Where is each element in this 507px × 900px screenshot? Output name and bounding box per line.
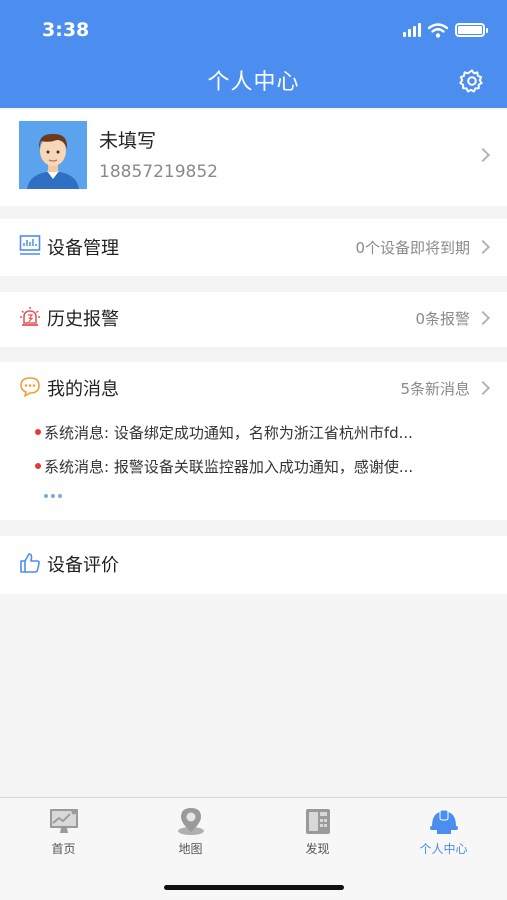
tab-home-label: 首页	[51, 842, 76, 856]
tab-profile-label: 个人中心	[419, 842, 468, 856]
messages-count: 5条新消息	[400, 380, 470, 398]
map-pin-icon	[177, 808, 204, 835]
tab-discover[interactable]: 发现	[254, 806, 381, 866]
fax-icon	[305, 809, 330, 834]
alarms-label: 历史报警	[47, 309, 119, 330]
app-header: 3:38 个人中心	[0, 0, 507, 108]
wifi-icon	[428, 22, 448, 38]
tab-home[interactable]: 首页	[0, 806, 127, 866]
monitor-chart-icon	[19, 235, 41, 255]
helmet-icon	[429, 809, 458, 834]
user-avatar-icon	[19, 121, 87, 189]
gear-icon[interactable]	[459, 68, 485, 94]
more-messages-icon[interactable]	[44, 494, 62, 498]
chevron-right-icon	[475, 147, 491, 163]
devices-label: 设备管理	[47, 238, 119, 259]
battery-icon	[455, 23, 488, 37]
message-text: 系统消息: 设备绑定成功通知，名称为浙江省杭州市fd...	[44, 424, 413, 442]
message-item[interactable]: 系统消息: 报警设备关联监控器加入成功通知，感谢使...	[35, 456, 414, 477]
message-text: 系统消息: 报警设备关联监控器加入成功通知，感谢使...	[44, 458, 414, 476]
review-label: 设备评价	[47, 555, 119, 576]
profile-card[interactable]: 未填写 18857219852	[0, 110, 507, 206]
messages-label: 我的消息	[47, 379, 119, 400]
chevron-right-icon	[475, 239, 491, 255]
alarm-light-icon	[20, 307, 40, 326]
status-time: 3:38	[42, 19, 90, 41]
menu-item-alarms[interactable]: 历史报警 0条报警	[0, 292, 507, 347]
avatar[interactable]	[19, 121, 87, 189]
chat-bubble-icon	[20, 377, 40, 397]
menu-item-review[interactable]: 设备评价	[0, 536, 507, 594]
unread-dot	[35, 463, 41, 469]
unread-dot	[35, 429, 41, 435]
alarms-count: 0条报警	[415, 310, 470, 328]
tab-profile[interactable]: 个人中心	[380, 806, 507, 866]
profile-name: 未填写	[99, 130, 157, 152]
home-indicator[interactable]	[164, 885, 344, 890]
page-title: 个人中心	[207, 70, 300, 95]
thumbs-up-icon	[20, 553, 40, 573]
monitor-icon	[49, 809, 78, 833]
tab-map-label: 地图	[178, 842, 203, 856]
chevron-right-icon	[475, 380, 491, 396]
signal-icon	[403, 23, 421, 37]
profile-phone: 18857219852	[99, 162, 218, 182]
tab-discover-label: 发现	[305, 842, 330, 856]
tab-map[interactable]: 地图	[127, 806, 254, 866]
menu-item-messages[interactable]: 我的消息 5条新消息 系统消息: 设备绑定成功通知，名称为浙江省杭州市fd...…	[0, 362, 507, 520]
devices-status: 0个设备即将到期	[355, 239, 470, 257]
message-item[interactable]: 系统消息: 设备绑定成功通知，名称为浙江省杭州市fd...	[35, 422, 413, 443]
menu-item-devices[interactable]: 设备管理 0个设备即将到期	[0, 219, 507, 276]
status-icons	[403, 21, 488, 39]
chevron-right-icon	[475, 310, 491, 326]
